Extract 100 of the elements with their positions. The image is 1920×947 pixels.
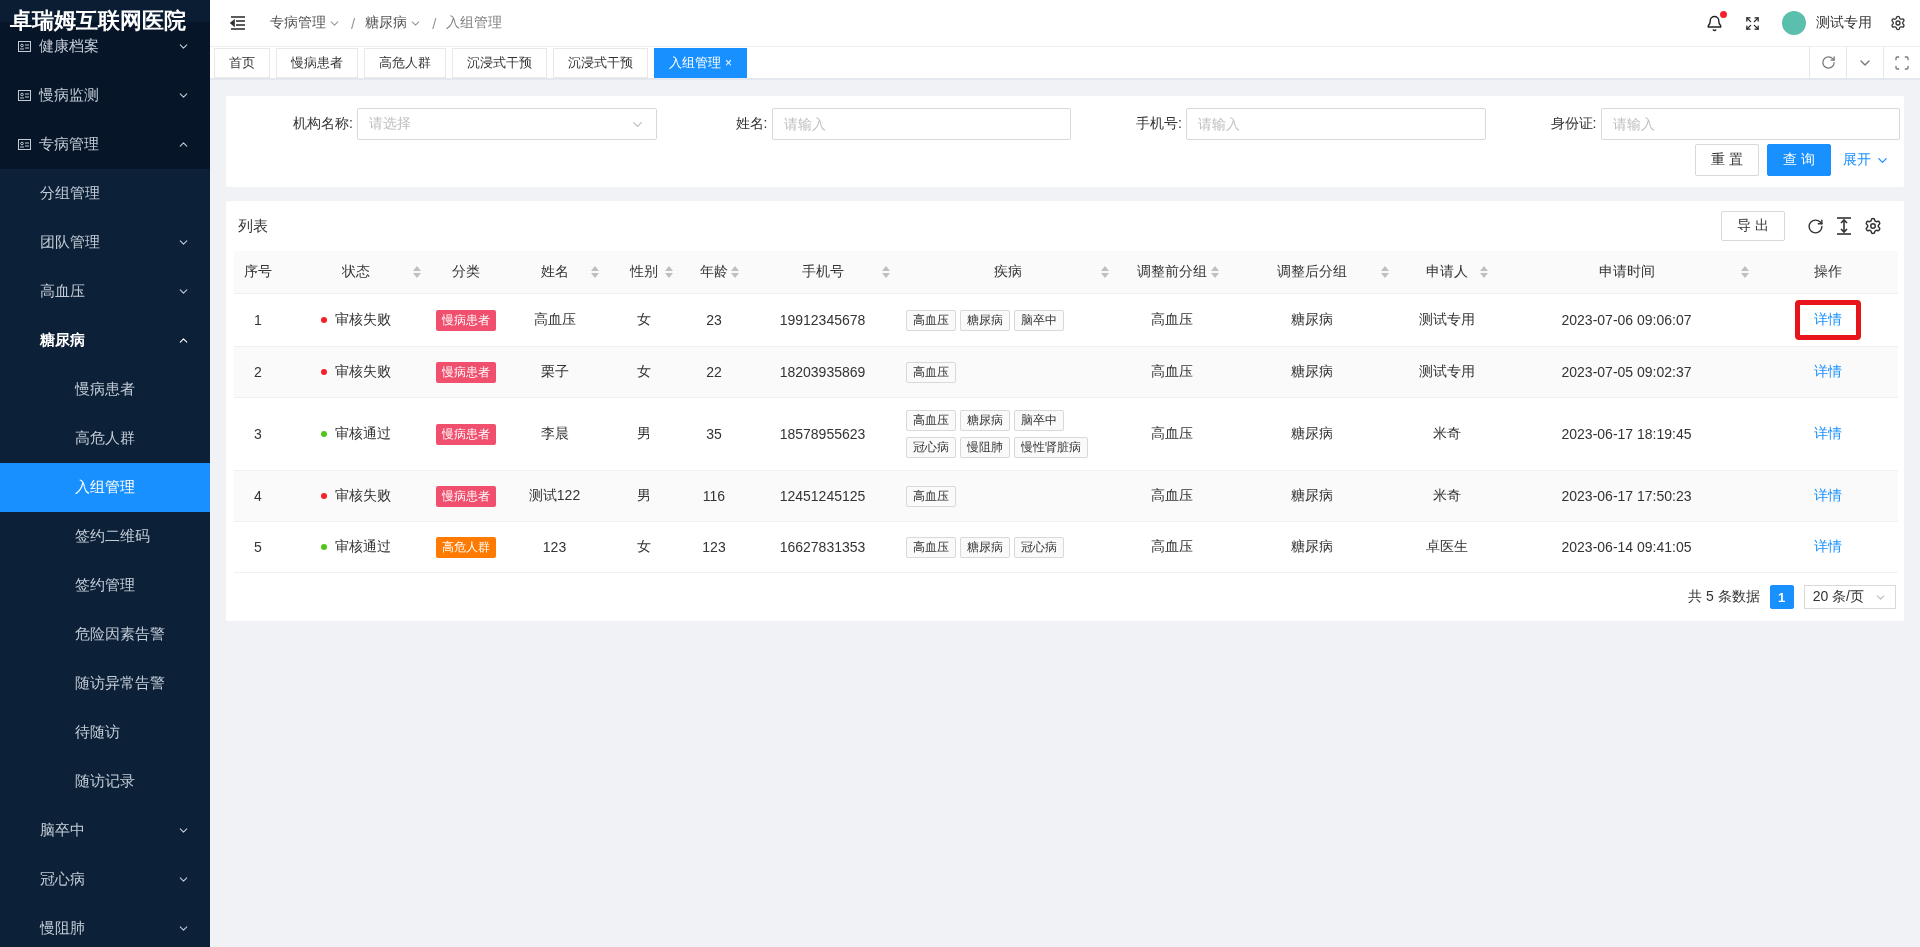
field-label: 手机号: [1135,115,1183,133]
group-after: 糖尿病 [1291,311,1333,329]
row-number: 4 [254,488,262,504]
group-before: 高血压 [1151,363,1193,381]
category-tag: 慢病患者 [435,485,496,507]
column-header[interactable]: 调整后分组 [1227,251,1397,294]
column-header[interactable]: 调整前分组 [1117,251,1227,294]
group-after: 糖尿病 [1291,363,1333,381]
sort-icon[interactable] [882,266,890,278]
sidebar-item[interactable]: 待随访 [0,708,210,757]
age-text: 123 [702,539,726,555]
column-header[interactable]: 姓名 [502,251,607,294]
disease-tag: 冠心病 [906,437,956,458]
input-field[interactable]: 请输入 [771,108,1071,140]
applicant-name: 卓医生 [1425,538,1468,556]
column-header[interactable]: 状态 [282,251,429,294]
column-header[interactable]: 手机号 [747,251,898,294]
sort-icon[interactable] [665,266,673,278]
sort-icon[interactable] [1480,266,1488,278]
fullscreen-icon[interactable] [1745,15,1760,31]
sidebar-item[interactable]: 团队管理 [0,218,210,267]
export-button[interactable]: 导 出 [1721,211,1785,241]
sidebar-item[interactable]: 随访异常告警 [0,659,210,708]
sort-icon[interactable] [1101,266,1109,278]
column-header[interactable]: 操作 [1757,251,1898,294]
patient-name: 高血压 [533,311,576,329]
sidebar-item[interactable]: 分组管理 [0,169,210,218]
row-number: 3 [254,426,262,442]
sidebar-item[interactable]: 慢阻肺 [0,904,210,947]
disease-tag: 冠心病 [1014,536,1064,558]
column-header[interactable]: 序号 [234,251,282,294]
sidebar-item[interactable]: 签约二维码 [0,512,210,561]
column-header[interactable]: 申请人 [1397,251,1496,294]
page-tab[interactable]: 慢病患者 [276,48,358,78]
sidebar-item[interactable]: 高血压 [0,267,210,316]
page-size-select[interactable]: 20 条/页 [1803,585,1896,609]
sort-icon[interactable] [591,266,599,278]
sort-icon[interactable] [1741,266,1749,278]
sidebar-item[interactable]: 慢病患者 [0,365,210,414]
phone-text: 18203935869 [779,364,866,380]
gender-text: 男 [637,487,651,505]
sidebar-item[interactable]: 糖尿病 [0,316,210,365]
sort-icon[interactable] [1381,266,1389,278]
breadcrumb-item[interactable]: 糖尿病 [365,14,423,32]
breadcrumb-separator: / [351,14,356,32]
settings-icon[interactable] [1890,15,1906,31]
disease-tag: 糖尿病 [960,410,1010,431]
sidebar-item[interactable]: 脑卒中 [0,806,210,855]
applicant-name: 测试专用 [1418,363,1475,381]
apply-time: 2023-06-14 09:41:05 [1561,539,1692,555]
column-header[interactable]: 疾病 [898,251,1117,294]
user-avatar[interactable] [1782,11,1806,35]
sidebar-item[interactable]: 慢病监测 [0,71,210,120]
sidebar-item[interactable]: 高危人群 [0,414,210,463]
notification-icon[interactable] [1706,14,1723,32]
id-card-icon [18,41,31,52]
disease-tag: 糖尿病 [960,309,1010,331]
user-name[interactable]: 测试专用 [1816,14,1872,32]
menu-fold-icon[interactable] [230,16,246,30]
category-tag: 高危人群 [435,536,496,558]
input-field[interactable]: 请输入 [1186,108,1486,140]
sort-icon[interactable] [413,266,421,278]
sidebar-item[interactable]: 签约管理 [0,561,210,610]
disease-tag: 高血压 [906,361,956,383]
settings-icon[interactable] [1864,217,1882,235]
column-header[interactable]: 年龄 [681,251,747,294]
category-tag: 慢病患者 [435,423,496,445]
breadcrumb-item[interactable]: 专病管理 [270,14,341,32]
disease-tag: 脑卒中 [1014,309,1064,331]
field-label: 身份证: [1549,115,1598,133]
sort-icon[interactable] [731,266,739,278]
row-number: 2 [254,364,262,380]
disease-tag: 高血压 [906,410,956,431]
page-tab[interactable]: 沉浸式干预 [553,48,648,78]
sort-icon[interactable] [1211,266,1219,278]
input-field[interactable]: 请输入 [1600,108,1900,140]
refresh-icon[interactable] [1807,217,1824,235]
age-text: 22 [706,364,722,380]
apply-time: 2023-06-17 18:19:45 [1561,426,1692,442]
id-card-icon [18,139,31,150]
status-text: 审核失败 [334,363,391,381]
sidebar-item[interactable]: 危险因素告警 [0,610,210,659]
sidebar-item[interactable]: 冠心病 [0,855,210,904]
breadcrumb-item[interactable]: 入组管理 [446,14,503,32]
column-header[interactable]: 性别 [607,251,681,294]
applicant-name: 测试专用 [1418,311,1475,329]
sidebar-item[interactable]: 专病管理 [0,120,210,169]
column-header[interactable]: 申请时间 [1496,251,1757,294]
page-tab[interactable]: 沉浸式干预 [452,48,547,78]
row-height-icon[interactable] [1836,217,1852,235]
row-number: 5 [254,539,262,555]
page-tab[interactable]: 首页 [214,48,270,78]
column-header[interactable]: 分类 [429,251,502,294]
reset-button[interactable]: 重 置 [1695,144,1760,176]
sidebar-item[interactable]: 随访记录 [0,757,210,806]
group-before: 高血压 [1151,311,1193,329]
page-tab[interactable]: 高危人群 [364,48,446,78]
status-text: 审核失败 [334,487,391,505]
applicant-name: 米奇 [1432,425,1461,443]
disease-tag: 脑卒中 [1014,410,1064,431]
